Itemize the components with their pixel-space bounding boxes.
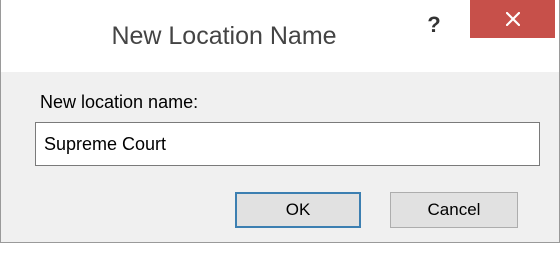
dialog-body: New location name: OK Cancel xyxy=(16,72,544,234)
close-button[interactable] xyxy=(470,0,555,38)
ok-button[interactable]: OK xyxy=(235,192,361,228)
cancel-button[interactable]: Cancel xyxy=(390,192,518,228)
dialog-title: New Location Name xyxy=(111,22,337,50)
new-location-name-input[interactable] xyxy=(35,122,540,166)
title-bar[interactable]: New Location Name ? xyxy=(1,0,559,72)
help-button[interactable]: ? xyxy=(411,10,457,40)
new-location-name-dialog: New Location Name ? New location name: O… xyxy=(0,0,560,243)
close-icon xyxy=(506,12,520,26)
new-location-name-label: New location name: xyxy=(40,92,199,112)
